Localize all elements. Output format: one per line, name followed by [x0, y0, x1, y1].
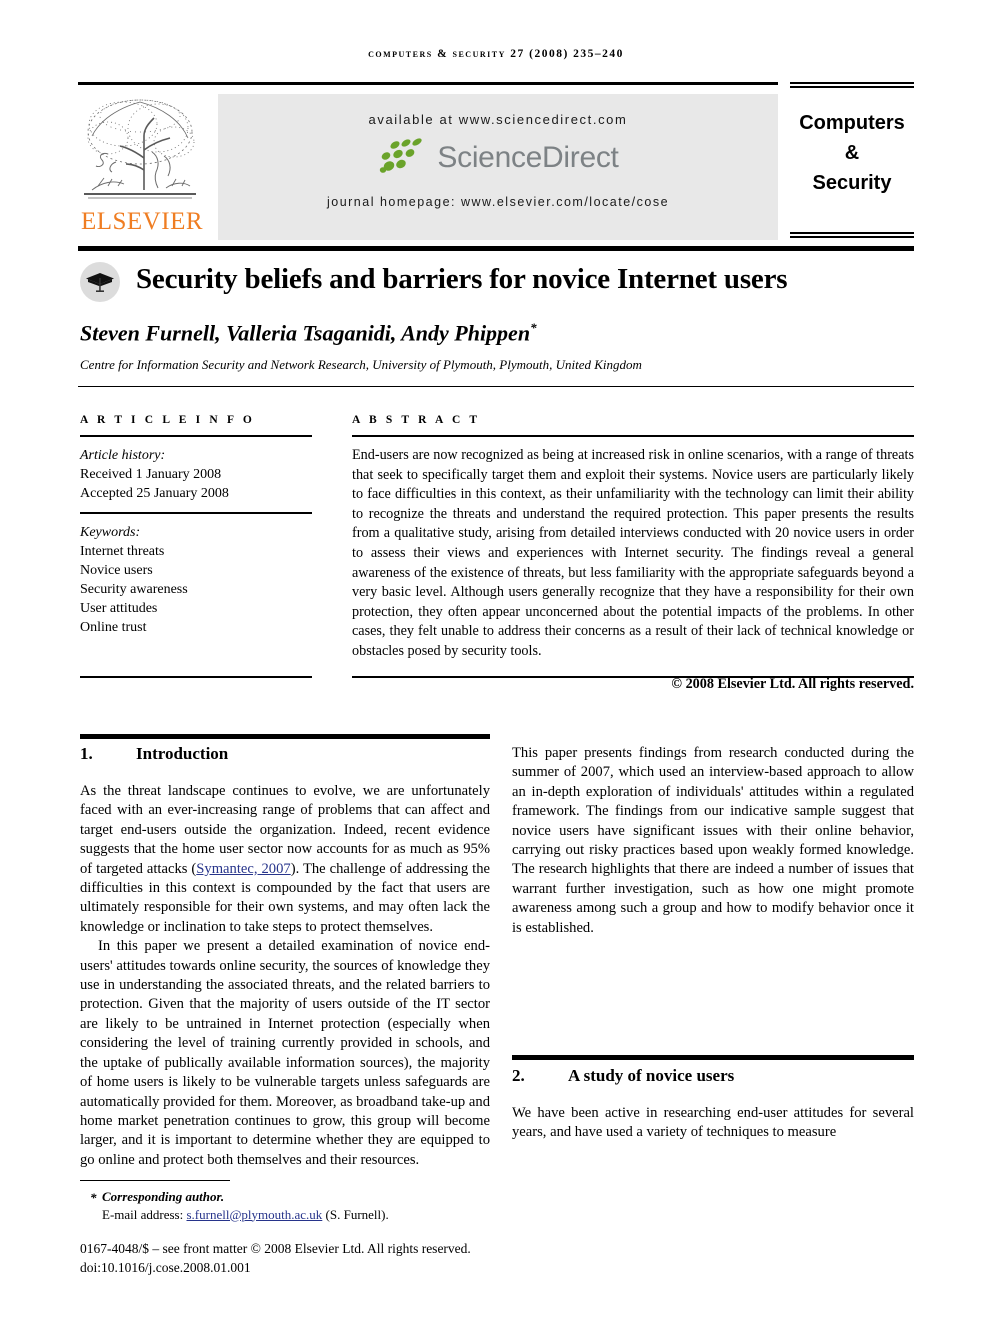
keyword-item: Online trust [80, 620, 147, 635]
journal-block-top-rules [790, 82, 914, 88]
article-info-rule [80, 435, 312, 437]
abstract-copyright: © 2008 Elsevier Ltd. All rights reserved… [671, 675, 914, 692]
article-history: Article history: Received 1 January 2008… [80, 446, 312, 503]
journal-block-bottom-rules [790, 232, 914, 238]
title-band-top-rule [78, 246, 914, 251]
corresponding-author-text: Corresponding author. [102, 1189, 225, 1204]
citation-link-symantec[interactable]: Symantec, 2007 [196, 861, 290, 877]
journal-homepage-text: journal homepage: www.elsevier.com/locat… [326, 195, 670, 209]
article-info-bottom-rule [80, 676, 312, 678]
abstract-column: A B S T R A C T End-users are now recogn… [352, 414, 914, 693]
email-owner: (S. Furnell). [325, 1206, 389, 1222]
corresponding-author-marker: * [530, 320, 537, 335]
journal-title-block: Computers & Security [790, 108, 914, 198]
keywords-rule [80, 512, 312, 514]
keywords-block: Keywords: Internet threats Novice users … [80, 523, 312, 637]
section-heading-study: 2. A study of novice users [512, 1066, 914, 1086]
journal-title-line-2: & [844, 142, 860, 164]
paragraph: In this paper we present a detailed exam… [80, 938, 490, 1168]
footnote-block: * Corresponding author. E-mail address: s… [80, 1188, 510, 1223]
article-history-accepted: Accepted 25 January 2008 [80, 486, 229, 501]
imprint-block: 0167-4048/$ – see front matter © 2008 El… [80, 1239, 550, 1277]
author-list: Steven Furnell, Valleria Tsaganidi, Andy… [80, 320, 914, 346]
journal-title-line-3: Security [812, 172, 892, 194]
footnote-rule [80, 1180, 230, 1181]
keyword-item: Internet threats [80, 544, 165, 559]
journal-article-page: COMPUTERS & SECURITY 27 (2008) 235–240 [0, 0, 992, 1323]
introduction-top-rule [80, 734, 490, 739]
author-names: Steven Furnell, Valleria Tsaganidi, Andy… [80, 320, 531, 346]
elsevier-logo: ELSEVIER [78, 94, 206, 240]
article-info-heading: A R T I C L E I N F O [80, 414, 255, 426]
corresponding-author-note: * Corresponding author. [80, 1188, 510, 1206]
keywords-label: Keywords: [80, 525, 141, 540]
section-title: Introduction [136, 744, 229, 763]
doi-text: doi:10.1016/j.cose.2008.01.001 [80, 1260, 251, 1275]
section-title: A study of novice users [568, 1066, 735, 1085]
article-history-label: Article history: [80, 448, 166, 463]
section2-top-rule [512, 1055, 914, 1060]
paragraph: We have been active in researching end-u… [512, 1105, 914, 1141]
section2-block: 2. A study of novice users We have been a… [512, 1066, 914, 1143]
footnote-star: * [90, 1190, 97, 1205]
abstract-rule [352, 435, 914, 437]
masthead-top-rule [78, 82, 778, 85]
keyword-item: Novice users [80, 563, 153, 578]
masthead: ELSEVIER available at www.sciencedirect.… [78, 82, 914, 242]
paragraph: As the threat landscape continues to evo… [80, 782, 490, 937]
elsevier-wordmark: ELSEVIER [80, 208, 204, 235]
affiliation: Centre for Information Security and Netw… [80, 357, 642, 372]
journal-title-line-1: Computers [799, 112, 905, 134]
email-link[interactable]: s.furnell@plymouth.ac.uk [186, 1207, 322, 1222]
abstract-bottom-rule [352, 676, 914, 678]
email-label: E-mail address: [102, 1206, 184, 1222]
section-number: 1. [80, 744, 93, 763]
body-column-left: 1. Introduction As the threat landscape c… [80, 744, 490, 1170]
keyword-item: Security awareness [80, 582, 188, 597]
paragraph: This paper presents findings from resear… [512, 745, 914, 936]
sciencedirect-logo: ScienceDirect [218, 127, 778, 189]
article-info-column: A R T I C L E I N F O Article history: R… [80, 414, 312, 637]
available-at-text: available at www.sciencedirect.com [368, 112, 628, 127]
body-column-right: This paper presents findings from resear… [512, 744, 914, 938]
running-head: COMPUTERS & SECURITY 27 (2008) 235–240 [368, 48, 624, 60]
section-number: 2. [512, 1066, 525, 1085]
sciencedirect-banner: available at www.sciencedirect.com Scien… [218, 94, 778, 240]
page-title: Security beliefs and barriers for novice… [136, 263, 788, 295]
article-history-received: Received 1 January 2008 [80, 467, 222, 482]
graduation-cap-icon [80, 262, 120, 302]
elsevier-tree-icon [78, 94, 202, 206]
sciencedirect-wordmark: ScienceDirect [437, 141, 619, 174]
affiliation-bottom-rule [78, 386, 914, 387]
section-heading-introduction: 1. Introduction [80, 744, 490, 764]
abstract-heading: A B S T R A C T [352, 414, 481, 426]
keyword-item: User attitudes [80, 601, 158, 616]
email-line: E-mail address: s.furnell@plymouth.ac.uk… [80, 1206, 510, 1224]
abstract-text: End-users are now recognized as being at… [352, 447, 914, 659]
sciencedirect-leaf-icon [377, 134, 431, 183]
issn-front-matter: 0167-4048/$ – see front matter © 2008 El… [80, 1241, 471, 1256]
